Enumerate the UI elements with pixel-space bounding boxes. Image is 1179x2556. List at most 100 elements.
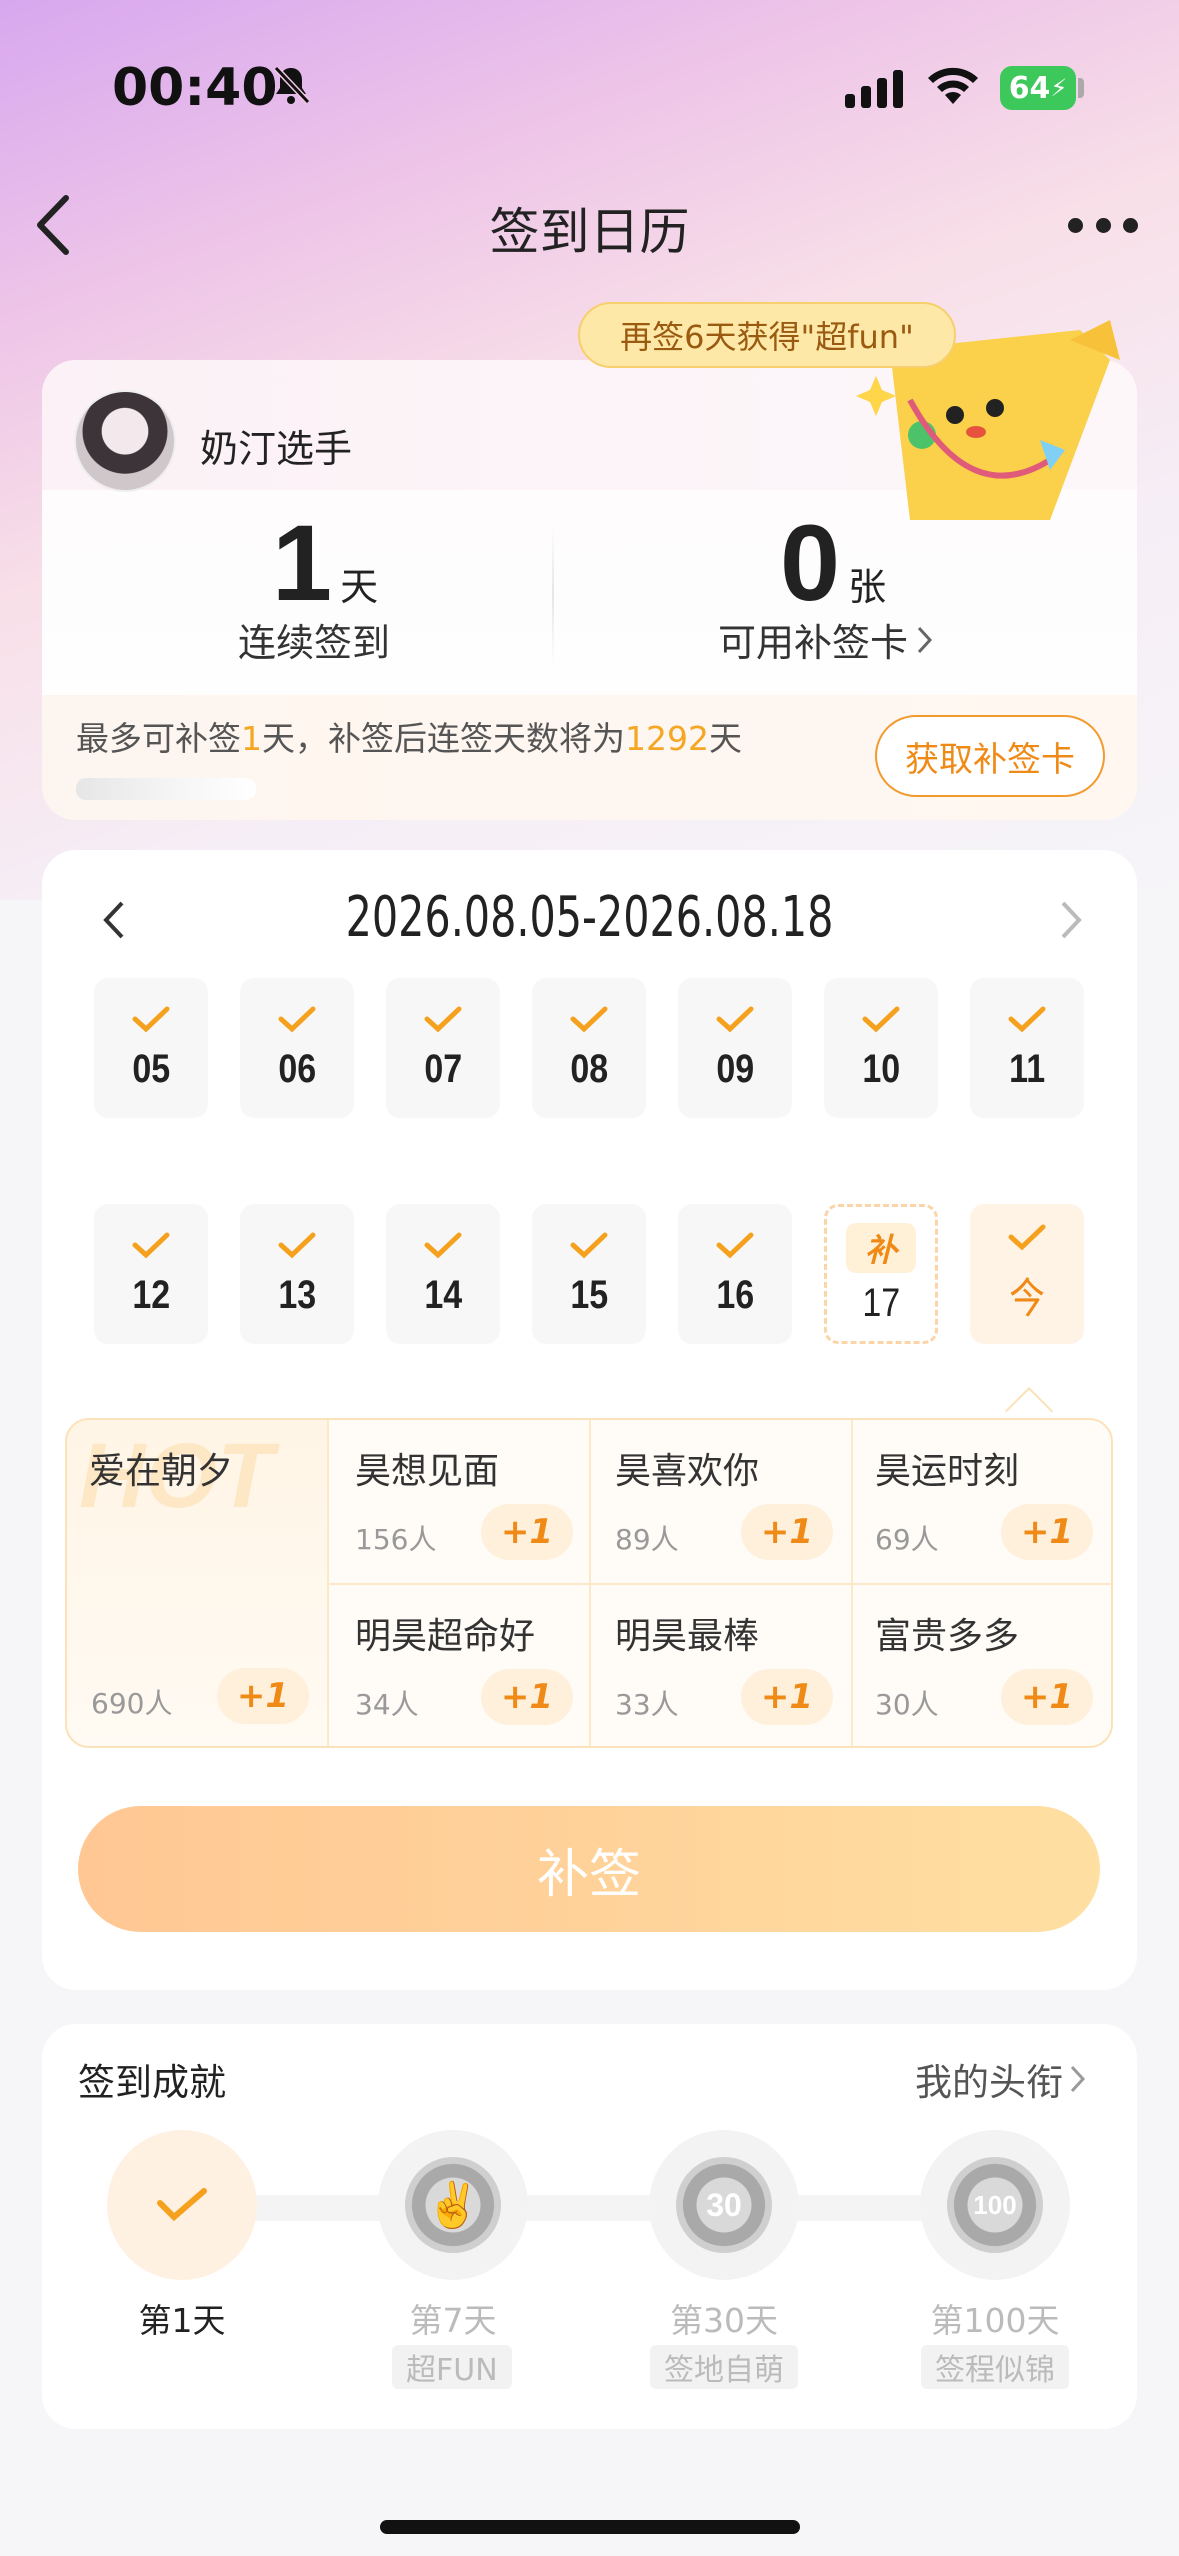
calendar-day-makeup[interactable]: 补 17	[824, 1204, 938, 1344]
next-period-icon[interactable]	[1055, 895, 1085, 945]
avatar[interactable]	[74, 390, 176, 492]
calendar-day[interactable]: 14	[386, 1204, 500, 1344]
achievement-day-label: 第1天	[138, 2301, 226, 2340]
phrase-count: 89人	[615, 1523, 679, 1556]
calendar-day[interactable]: 10	[824, 978, 938, 1118]
stats-divider	[552, 520, 554, 670]
chevron-right-icon	[1070, 2065, 1086, 2093]
phrase-item[interactable]: 昊喜欢你 89人 +1	[591, 1420, 853, 1585]
phrase-item[interactable]: 昊运时刻 69人 +1	[853, 1420, 1111, 1585]
check-icon	[278, 1232, 316, 1258]
plus-one-button[interactable]: +1	[481, 1669, 573, 1725]
cards-label-link[interactable]: 可用补签卡	[718, 612, 936, 667]
achievement-badge-day7[interactable]: ✌	[378, 2130, 528, 2280]
cards-value: 0	[780, 502, 841, 623]
phrase-count: 34人	[355, 1688, 419, 1721]
calendar-day[interactable]: 16	[678, 1204, 792, 1344]
today-label: 今	[1009, 1274, 1045, 1322]
calendar-day[interactable]: 06	[240, 978, 354, 1118]
username: 奶汀选手	[200, 427, 353, 471]
phrase-name: 昊运时刻	[875, 1451, 1020, 1492]
phrase-name: 昊喜欢你	[615, 1451, 760, 1492]
phrase-name: 爱在朝夕	[89, 1451, 234, 1492]
phrase-item[interactable]: 富贵多多 30人 +1	[853, 1585, 1111, 1746]
my-titles-link[interactable]: 我的头衔	[915, 2052, 1089, 2106]
wifi-icon	[928, 67, 978, 104]
plus-one-button[interactable]: +1	[217, 1668, 309, 1724]
calendar-day[interactable]: 07	[386, 978, 500, 1118]
achievement-badge-day30[interactable]: 30	[649, 2130, 799, 2280]
phrase-name: 富贵多多	[875, 1616, 1020, 1657]
day-number: 05	[132, 1046, 170, 1091]
phrase-count: 33人	[615, 1688, 679, 1721]
more-options-icon[interactable]	[1068, 218, 1138, 234]
page-title: 签到日历	[489, 203, 690, 261]
battery-indicator: 64 ⚡	[1000, 66, 1076, 110]
achievement-title-tag: 签地自萌	[650, 2345, 798, 2389]
calendar-day[interactable]: 09	[678, 978, 792, 1118]
check-icon	[716, 1232, 754, 1258]
check-icon	[862, 1006, 900, 1032]
makeup-tag: 补	[846, 1222, 916, 1273]
plus-one-button[interactable]: +1	[481, 1504, 573, 1560]
cards-label: 可用补签卡	[718, 621, 909, 665]
my-titles-label: 我的头衔	[915, 2061, 1063, 2104]
makeup-sign-button[interactable]: 补签	[78, 1806, 1100, 1932]
achievement-title-tag: 超FUN	[392, 2345, 512, 2389]
achievement-track	[180, 2195, 1000, 2221]
check-icon	[570, 1232, 608, 1258]
achievements-title: 签到成就	[78, 2061, 226, 2104]
calendar-day-today[interactable]: 今	[970, 1204, 1084, 1344]
day-number: 16	[716, 1272, 754, 1317]
achievement-badge-day100[interactable]: 100	[920, 2130, 1070, 2280]
calendar-day[interactable]: 08	[532, 978, 646, 1118]
phrase-featured[interactable]: HOT 爱在朝夕 690人 +1	[67, 1420, 329, 1746]
day-number: 07	[424, 1046, 462, 1091]
bell-muted-icon	[273, 65, 311, 105]
calendar-day[interactable]: 13	[240, 1204, 354, 1344]
check-icon	[570, 1006, 608, 1032]
day-number: 14	[424, 1272, 462, 1317]
phrase-name: 明昊最棒	[615, 1616, 760, 1657]
phrase-count: 690人	[91, 1687, 173, 1720]
achievement-day-label: 第30天	[670, 2301, 778, 2340]
streak-value: 1	[272, 502, 333, 623]
day-number: 08	[570, 1046, 608, 1091]
check-icon	[278, 1006, 316, 1032]
day-number: 09	[716, 1046, 754, 1091]
phrase-count: 69人	[875, 1523, 939, 1556]
day-number: 12	[132, 1272, 170, 1317]
achievement-day-label: 第7天	[409, 2301, 497, 2340]
check-icon	[1008, 1006, 1046, 1032]
makeup-info-text: 最多可补签1天，补签后连签天数将为1292天	[76, 719, 742, 758]
check-icon	[424, 1232, 462, 1258]
30-days-badge-icon: 30	[676, 2157, 772, 2253]
plus-one-button[interactable]: +1	[741, 1504, 833, 1560]
calendar-day[interactable]: 05	[94, 978, 208, 1118]
phrase-item[interactable]: 明昊最棒 33人 +1	[591, 1585, 853, 1746]
check-icon	[716, 1006, 754, 1032]
plus-one-button[interactable]: +1	[741, 1669, 833, 1725]
status-time: 00:40	[112, 58, 278, 118]
check-icon	[1008, 1224, 1046, 1250]
home-indicator[interactable]	[380, 2520, 800, 2534]
plus-one-button[interactable]: +1	[1001, 1504, 1093, 1560]
streak-label: 连续签到	[238, 621, 391, 665]
plus-one-button[interactable]: +1	[1001, 1669, 1093, 1725]
battery-level: 64	[1008, 70, 1051, 106]
get-makeup-card-button[interactable]: 获取补签卡	[875, 715, 1105, 797]
day-number: 17	[862, 1280, 900, 1325]
streak-stat: 1 天	[272, 500, 378, 625]
check-icon	[157, 2188, 207, 2222]
cellular-signal-icon	[845, 70, 903, 108]
phrase-item[interactable]: 明昊超命好 34人 +1	[329, 1585, 591, 1746]
calendar-day[interactable]: 15	[532, 1204, 646, 1344]
calendar-day[interactable]: 12	[94, 1204, 208, 1344]
cards-unit: 张	[848, 565, 887, 609]
phrase-count: 30人	[875, 1688, 939, 1721]
day-number: 06	[278, 1046, 316, 1091]
calendar-day[interactable]: 11	[970, 978, 1084, 1118]
achievement-badge-day1[interactable]	[107, 2130, 257, 2280]
phrase-grid: HOT 爱在朝夕 690人 +1 昊想见面 156人 +1 昊喜欢你 89人 +…	[65, 1418, 1113, 1748]
phrase-item[interactable]: 昊想见面 156人 +1	[329, 1420, 591, 1585]
